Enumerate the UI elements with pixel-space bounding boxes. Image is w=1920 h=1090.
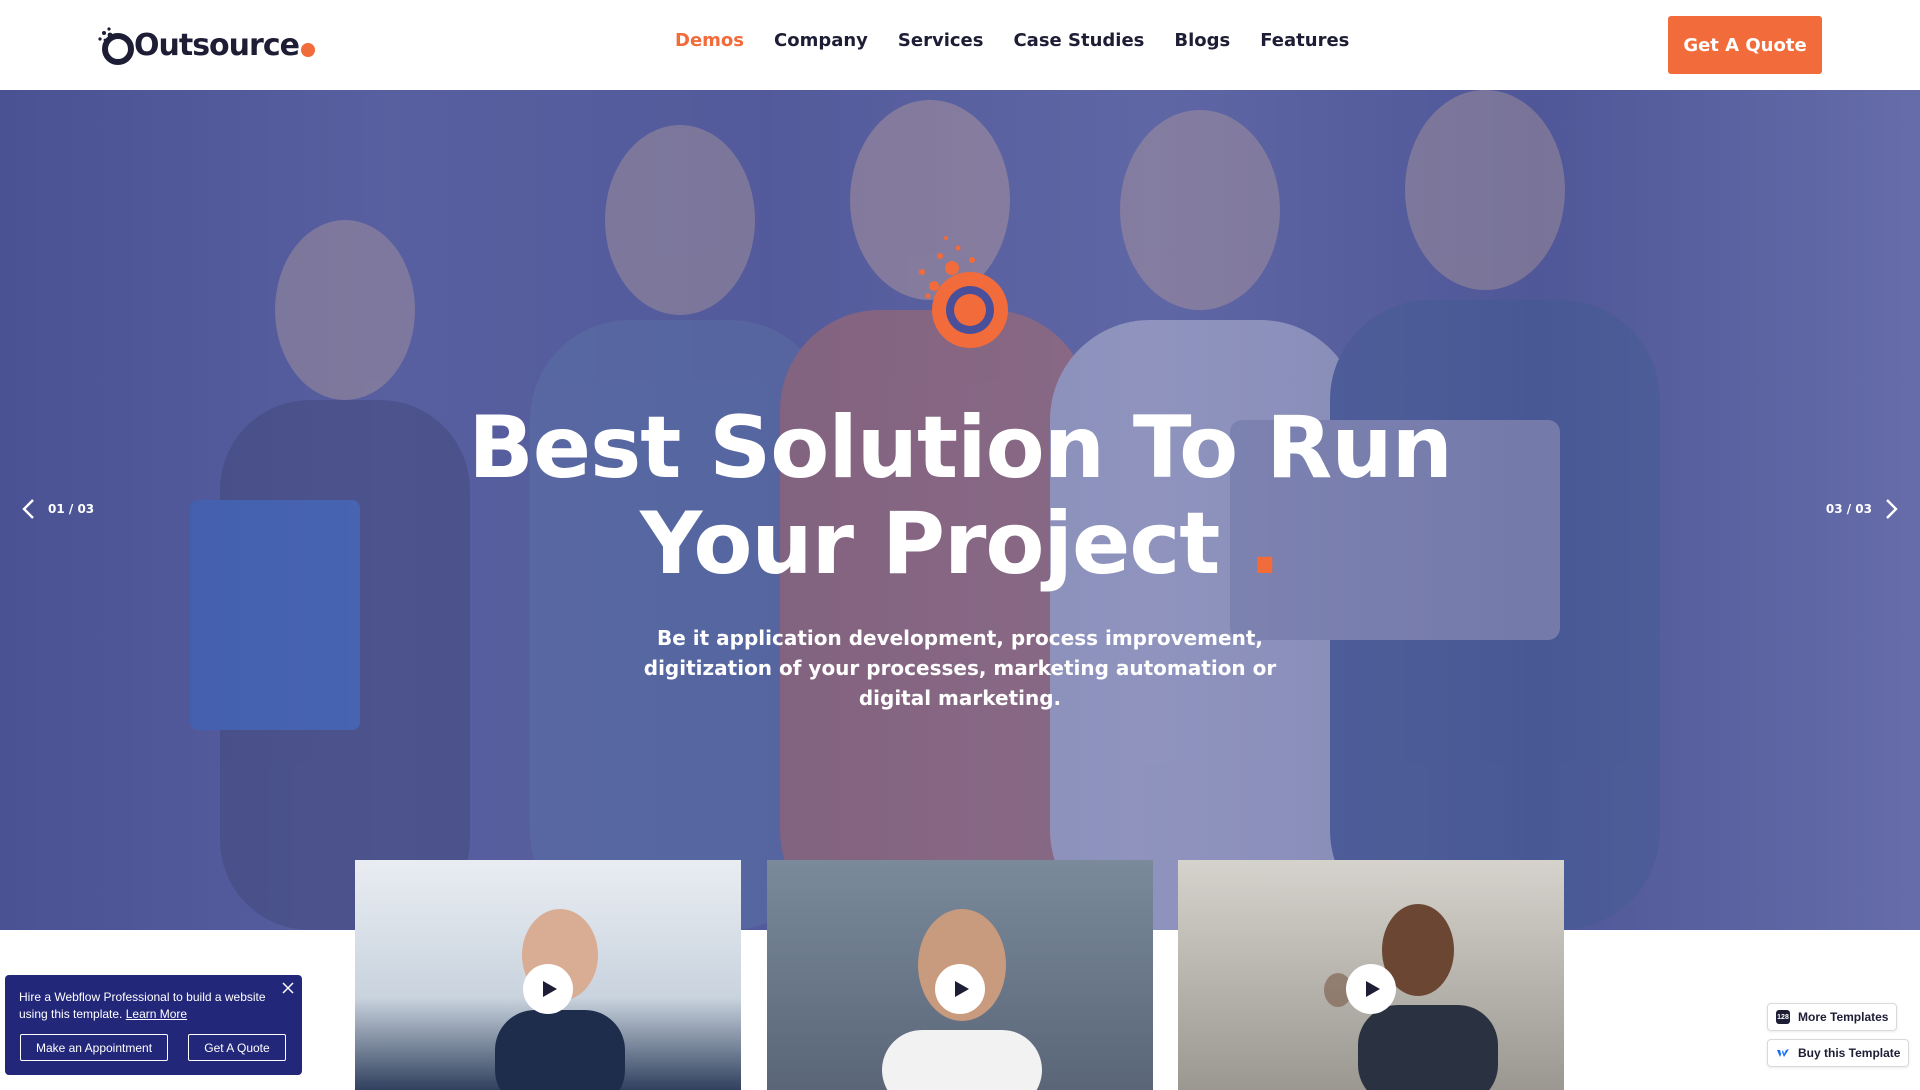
buy-template-label: Buy this Template — [1798, 1046, 1901, 1060]
play-button[interactable] — [1346, 964, 1396, 1014]
nav-company[interactable]: Company — [774, 30, 868, 51]
main-nav: Demos Company Services Case Studies Blog… — [675, 30, 1379, 51]
slide-next-count: 03 / 03 — [1825, 502, 1872, 516]
make-appointment-button[interactable]: Make an Appointment — [20, 1034, 168, 1061]
nav-demos[interactable]: Demos — [675, 30, 744, 51]
close-icon[interactable] — [280, 980, 296, 996]
play-button[interactable] — [935, 964, 985, 1014]
slide-prev-count: 01 / 03 — [48, 502, 95, 516]
hero-subtitle: Be it application development, process i… — [643, 626, 1277, 710]
popup-get-quote-button[interactable]: Get A Quote — [188, 1034, 286, 1061]
logo-text: Outsource — [134, 27, 300, 63]
play-icon — [543, 981, 557, 997]
chevron-right-icon — [1886, 499, 1898, 519]
chevron-left-icon — [22, 499, 34, 519]
hero-brand-mark-icon — [919, 236, 1008, 348]
learn-more-link[interactable]: Learn More — [126, 1007, 187, 1021]
webflow-hire-popup: Hire a Webflow Professional to build a w… — [5, 975, 302, 1075]
play-icon — [1366, 981, 1380, 997]
webflow-icon — [1777, 1049, 1789, 1057]
video-card-2[interactable] — [767, 860, 1153, 1090]
hero-title-text: Best Solution To Run Your Project — [468, 398, 1453, 594]
logo[interactable]: Outsource — [96, 20, 315, 70]
hero-section: Best Solution To Run Your Project . Be i… — [0, 90, 1920, 930]
more-templates-button[interactable]: 128 More Templates — [1767, 1003, 1898, 1031]
logo-mark-icon — [98, 27, 134, 65]
popup-text: Hire a Webflow Professional to build a w… — [19, 989, 279, 1023]
site-header: Outsource Demos Company Services Case St… — [0, 0, 1920, 90]
hero-title-accent: . — [1248, 494, 1281, 594]
play-button[interactable] — [523, 964, 573, 1014]
logo-dot — [300, 43, 315, 57]
nav-services[interactable]: Services — [898, 30, 984, 51]
more-templates-label: More Templates — [1798, 1010, 1889, 1024]
slider-prev-button[interactable]: 01 / 03 — [18, 498, 94, 520]
nav-blogs[interactable]: Blogs — [1174, 30, 1230, 51]
slider-next-button[interactable]: 03 / 03 — [1826, 498, 1902, 520]
buy-template-button[interactable]: Buy this Template — [1767, 1039, 1910, 1067]
templates-icon: 128 — [1776, 1010, 1790, 1024]
video-card-3[interactable] — [1178, 860, 1564, 1090]
hero-title: Best Solution To Run Your Project . — [360, 400, 1560, 592]
play-icon — [955, 981, 969, 997]
get-a-quote-button[interactable]: Get A Quote — [1668, 16, 1822, 74]
nav-case-studies[interactable]: Case Studies — [1013, 30, 1144, 51]
nav-features[interactable]: Features — [1260, 30, 1349, 51]
video-card-1[interactable] — [355, 860, 741, 1090]
